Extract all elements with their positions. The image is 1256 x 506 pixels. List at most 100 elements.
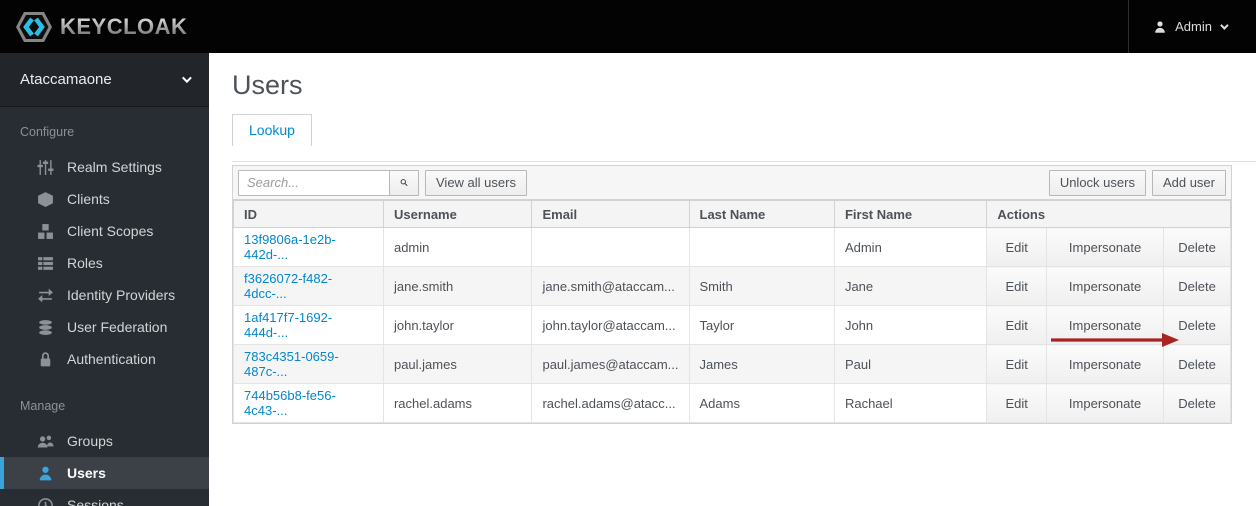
cell-username: john.taylor — [382, 305, 533, 345]
sidebar-item-label: Identity Providers — [67, 287, 176, 303]
page-title: Users — [232, 70, 303, 100]
add-user-button[interactable]: Add user — [1151, 169, 1226, 196]
col-header-email: Email — [531, 200, 690, 228]
cell-lastname: Taylor — [688, 305, 835, 345]
col-header-lastname: Last Name — [688, 200, 835, 228]
impersonate-action[interactable]: Impersonate — [1045, 344, 1165, 384]
realm-name: Ataccamaone — [20, 71, 112, 88]
user-id-link[interactable]: 13f9806a-1e2b-442d-... — [244, 232, 336, 262]
cell-username: admin — [382, 227, 533, 267]
delete-action[interactable]: Delete — [1163, 266, 1231, 306]
sidebar-item-users[interactable]: Users — [0, 457, 209, 489]
list-icon — [38, 256, 53, 270]
user-icon — [39, 466, 52, 480]
user-id-link[interactable]: 1af417f7-1692-444d-... — [244, 310, 332, 340]
user-menu-label: Admin — [1175, 19, 1212, 34]
main-content: Users Lookup View all users Unlock users… — [209, 53, 1256, 506]
tab-lookup[interactable]: Lookup — [232, 114, 312, 146]
users-group-icon — [37, 435, 54, 447]
col-header-actions: Actions — [986, 200, 1231, 228]
sidebar-item-client-scopes[interactable]: Client Scopes — [0, 215, 209, 247]
table-row: 13f9806a-1e2b-442d-... admin Admin Edit … — [233, 227, 1231, 267]
search-button[interactable] — [389, 169, 419, 196]
users-table-block: View all users Unlock users Add user ID … — [232, 165, 1232, 424]
impersonate-action[interactable]: Impersonate — [1045, 266, 1165, 306]
cell-username: jane.smith — [382, 266, 533, 306]
sidebar-item-groups[interactable]: Groups — [0, 425, 209, 457]
col-header-firstname: First Name — [833, 200, 988, 228]
cell-firstname: John — [833, 305, 988, 345]
col-header-username: Username — [382, 200, 533, 228]
cell-lastname: Adams — [688, 383, 835, 423]
sidebar-item-label: Authentication — [67, 351, 156, 367]
sidebar-item-label: Groups — [67, 433, 113, 449]
keycloak-logo-icon — [16, 11, 52, 42]
sidebar-item-user-federation[interactable]: User Federation — [0, 311, 209, 343]
impersonate-action[interactable]: Impersonate — [1045, 305, 1165, 345]
delete-action[interactable]: Delete — [1163, 227, 1231, 267]
user-id-link[interactable]: 783c4351-0659-487c-... — [244, 349, 339, 379]
impersonate-action[interactable]: Impersonate — [1045, 227, 1165, 267]
sidebar-item-label: Sessions — [67, 497, 124, 506]
top-navbar: KEYCLOAK Admin — [0, 0, 1256, 53]
cell-firstname: Admin — [833, 227, 988, 267]
sidebar-item-label: Client Scopes — [67, 223, 154, 239]
user-icon — [1155, 20, 1165, 33]
cell-username: paul.james — [382, 344, 533, 384]
view-all-users-button[interactable]: View all users — [425, 169, 527, 196]
search-input[interactable] — [238, 169, 390, 196]
cubes-icon — [38, 223, 53, 239]
col-header-id: ID — [233, 200, 384, 228]
sidebar-item-clients[interactable]: Clients — [0, 183, 209, 215]
sidebar-item-realm-settings[interactable]: Realm Settings — [0, 151, 209, 183]
sidebar: Ataccamaone Configure Realm Settings Cli… — [0, 53, 209, 506]
lock-icon — [40, 351, 51, 366]
sliders-icon — [37, 159, 54, 175]
sidebar-item-label: Users — [67, 465, 106, 481]
realm-selector[interactable]: Ataccamaone — [0, 53, 209, 107]
users-table: ID Username Email Last Name First Name A… — [233, 200, 1231, 423]
table-row: 783c4351-0659-487c-... paul.james paul.j… — [233, 344, 1231, 384]
cell-lastname — [688, 227, 835, 267]
table-row: f3626072-f482-4dcc-... jane.smith jane.s… — [233, 266, 1231, 306]
user-id-link[interactable]: f3626072-f482-4dcc-... — [244, 271, 332, 301]
cell-email: john.taylor@ataccam... — [531, 305, 690, 345]
unlock-users-button[interactable]: Unlock users — [1048, 169, 1146, 196]
sidebar-item-roles[interactable]: Roles — [0, 247, 209, 279]
exchange-icon — [38, 288, 53, 302]
delete-action[interactable]: Delete — [1163, 305, 1231, 345]
database-icon — [39, 319, 52, 335]
tabs-divider — [232, 161, 1256, 162]
delete-action[interactable]: Delete — [1163, 344, 1231, 384]
table-toolbar: View all users Unlock users Add user — [233, 166, 1231, 200]
keycloak-brand[interactable]: KEYCLOAK — [0, 9, 187, 45]
edit-action[interactable]: Edit — [986, 305, 1047, 345]
clock-icon — [38, 497, 53, 506]
section-label-manage: Manage — [20, 399, 66, 413]
user-menu[interactable]: Admin — [1128, 0, 1256, 53]
table-header-row: ID Username Email Last Name First Name A… — [233, 200, 1231, 228]
delete-action[interactable]: Delete — [1163, 383, 1231, 423]
cell-firstname: Jane — [833, 266, 988, 306]
cell-firstname: Paul — [833, 344, 988, 384]
user-id-link[interactable]: 744b56b8-fe56-4c43-... — [244, 388, 336, 418]
cell-email: rachel.adams@atacc... — [531, 383, 690, 423]
edit-action[interactable]: Edit — [986, 266, 1047, 306]
impersonate-action[interactable]: Impersonate — [1045, 383, 1165, 423]
sidebar-item-sessions[interactable]: Sessions — [0, 489, 209, 506]
edit-action[interactable]: Edit — [986, 383, 1047, 423]
sidebar-item-identity-providers[interactable]: Identity Providers — [0, 279, 209, 311]
cell-lastname: Smith — [688, 266, 835, 306]
sidebar-item-label: User Federation — [67, 319, 168, 335]
cell-lastname: James — [688, 344, 835, 384]
cell-email: paul.james@ataccam... — [531, 344, 690, 384]
cube-icon — [38, 191, 53, 207]
table-row: 744b56b8-fe56-4c43-... rachel.adams rach… — [233, 383, 1231, 423]
sidebar-item-label: Roles — [67, 255, 103, 271]
cell-firstname: Rachael — [833, 383, 988, 423]
edit-action[interactable]: Edit — [986, 344, 1047, 384]
cell-username: rachel.adams — [382, 383, 533, 423]
sidebar-item-label: Realm Settings — [67, 159, 162, 175]
edit-action[interactable]: Edit — [986, 227, 1047, 267]
sidebar-item-authentication[interactable]: Authentication — [0, 343, 209, 375]
